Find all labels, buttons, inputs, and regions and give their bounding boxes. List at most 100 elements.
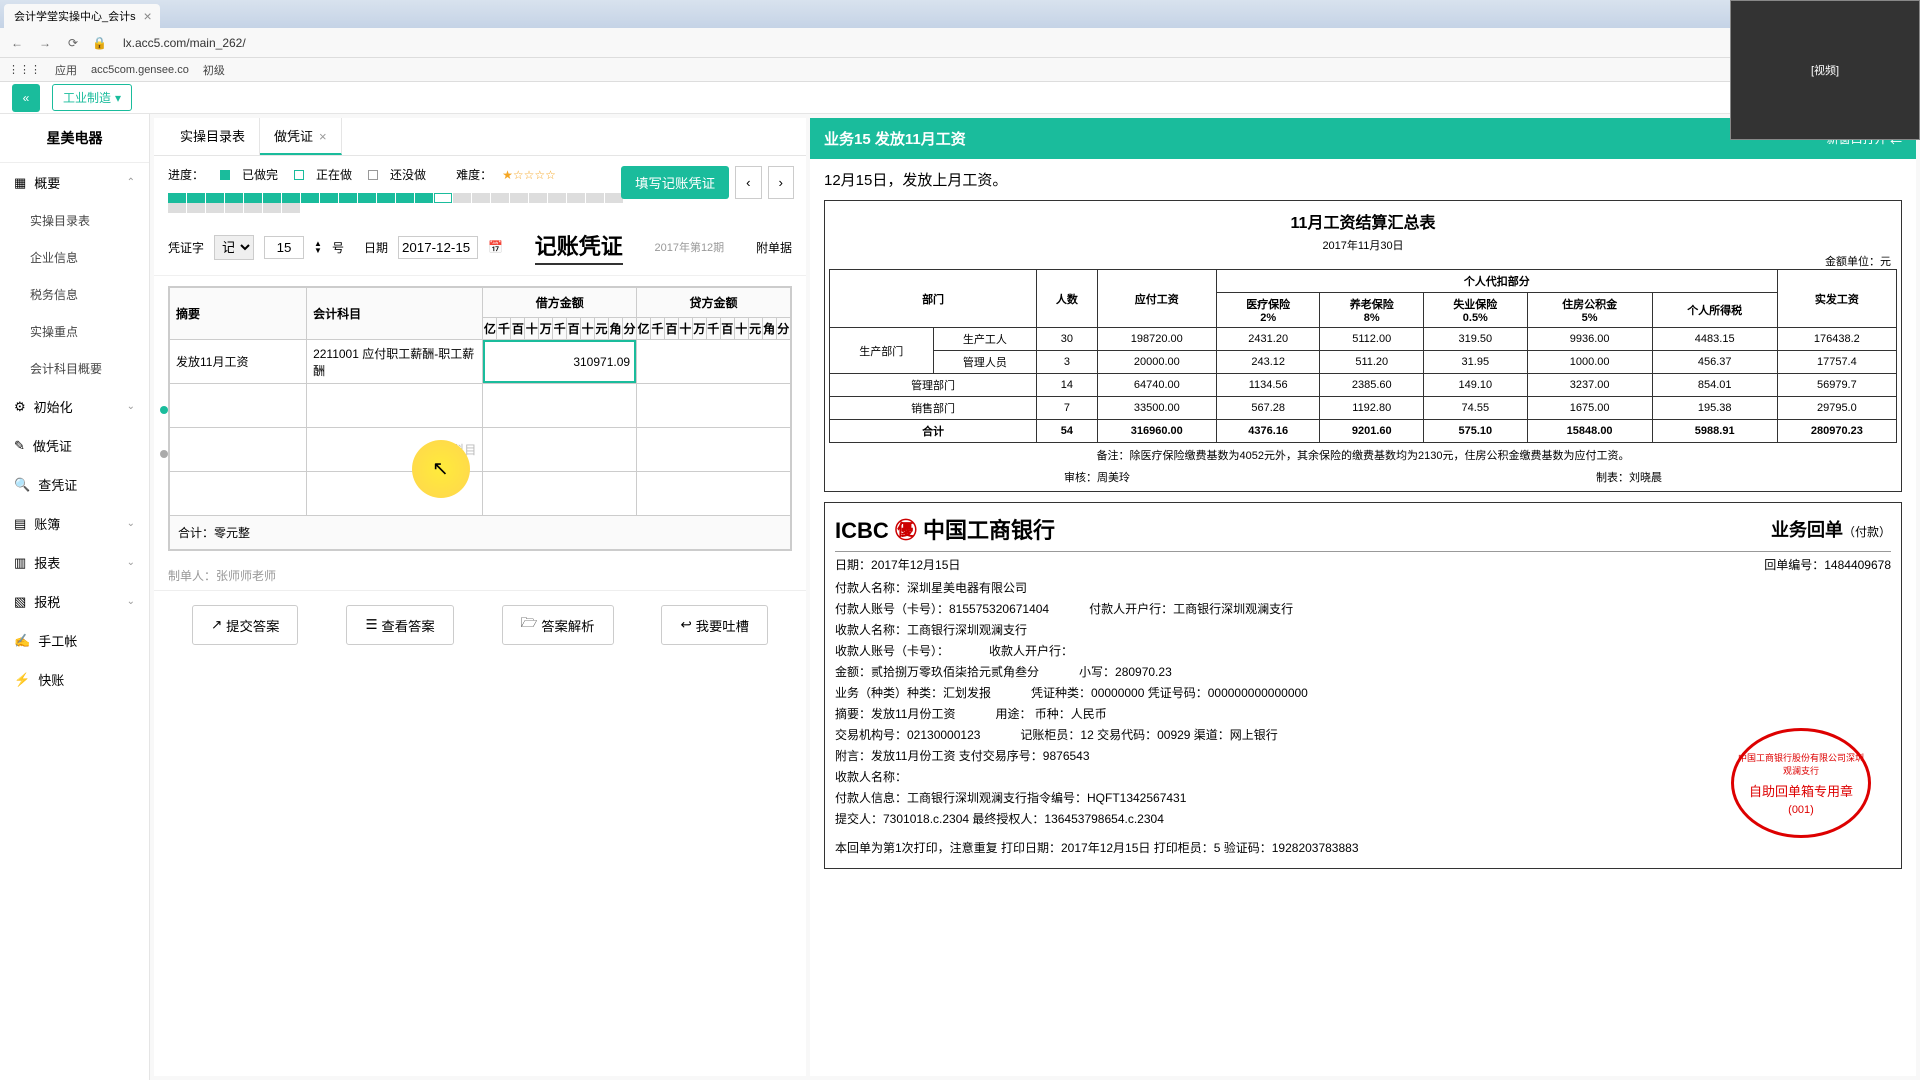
industry-dropdown[interactable]: 工业制造 ▾ [52, 84, 132, 111]
credit-cell[interactable] [637, 472, 791, 516]
url-input[interactable]: lx.acc5.com/main_262/ [117, 33, 517, 53]
apps-icon[interactable]: ⋮⋮⋮ [8, 63, 41, 76]
icbc-logo: ICBC ㊝ 中国工商银行 [835, 513, 1055, 545]
back-icon[interactable]: ← [8, 34, 26, 52]
sidebar-item-filetax[interactable]: ▧报税⌄ [0, 582, 149, 621]
reload-icon[interactable]: ⟳ [64, 34, 82, 52]
date-input[interactable] [398, 236, 478, 259]
progress-segments-2 [168, 203, 792, 213]
bookmark-item[interactable]: 初级 [203, 62, 225, 78]
close-icon[interactable]: × [319, 129, 327, 144]
tax-icon: ▧ [14, 594, 26, 610]
forward-icon[interactable]: → [36, 34, 54, 52]
sidebar-item-voucher[interactable]: ✎做凭证 [0, 426, 149, 465]
collapse-sidebar-button[interactable]: « [12, 84, 40, 112]
chevron-down-icon: ▾ [115, 91, 121, 105]
next-button[interactable]: › [768, 166, 794, 199]
credit-cell[interactable] [637, 340, 791, 384]
fill-voucher-button[interactable]: 填写记账凭证 [621, 166, 729, 199]
feedback-button[interactable]: ↩我要吐槽 [661, 605, 767, 645]
calendar-icon[interactable]: 📅 [488, 240, 503, 254]
prefix-label: 凭证字 [168, 239, 204, 256]
sidebar-item-init[interactable]: ⚙初始化⌄ [0, 387, 149, 426]
table-row: 管理部门1464740.001134.562385.60149.103237.0… [830, 374, 1897, 397]
voucher-title: 记账凭证 [535, 229, 623, 265]
sidebar-sub-catalog[interactable]: 实操目录表 [0, 202, 149, 239]
note-icon: ✍ [14, 633, 30, 649]
book-icon: ▤ [14, 516, 26, 532]
browser-tab[interactable]: 会计学堂实操中心_会计s × [4, 4, 160, 28]
folder-icon: 🗁 [521, 614, 538, 636]
col-credit: 贷方金额 [637, 288, 791, 318]
sidebar: 星美电器 ▦概要⌃ 实操目录表 企业信息 税务信息 实操重点 会计科目概要 ⚙初… [0, 114, 150, 1080]
sidebar-sub-company[interactable]: 企业信息 [0, 239, 149, 276]
sidebar-item-ledger[interactable]: ▤账簿⌄ [0, 504, 149, 543]
credit-cell[interactable] [637, 384, 791, 428]
date-label: 日期 [364, 239, 388, 256]
chevron-down-icon: ⌄ [127, 596, 135, 607]
sidebar-sub-key[interactable]: 实操重点 [0, 313, 149, 350]
attach-label: 附单据 [756, 239, 792, 256]
table-row: 销售部门733500.00567.281192.8074.551675.0019… [830, 397, 1897, 420]
pencil-icon: ✎ [14, 438, 25, 454]
difficulty-label: 难度： [456, 166, 492, 183]
summary-cell[interactable] [170, 384, 307, 428]
debit-cell[interactable] [483, 428, 637, 472]
sidebar-item-overview[interactable]: ▦概要⌃ [0, 163, 149, 202]
sidebar-item-quick[interactable]: ⚡快账 [0, 660, 149, 699]
task-description: 12月15日，发放上月工资。 [810, 159, 1916, 200]
lock-icon: 🔒 [92, 36, 107, 50]
sidebar-item-manual[interactable]: ✍手工帐 [0, 621, 149, 660]
view-answer-button[interactable]: ☰查看答案 [346, 605, 453, 645]
account-cell[interactable]: 科目 [307, 428, 483, 472]
chevron-down-icon: ⌄ [127, 557, 135, 568]
sidebar-sub-subject[interactable]: 会计科目概要 [0, 350, 149, 387]
table-row-total: 合计54316960.004376.169201.60575.1015848.0… [830, 420, 1897, 443]
video-overlay[interactable]: [视频] [1730, 0, 1920, 140]
tab-voucher[interactable]: 做凭证× [260, 118, 342, 155]
summary-cell[interactable] [170, 472, 307, 516]
account-cell[interactable] [307, 384, 483, 428]
search-icon: 🔍 [14, 477, 30, 493]
col-summary: 摘要 [170, 288, 307, 340]
table-row: 管理人员320000.00243.12511.2031.951000.00456… [830, 351, 1897, 374]
submit-button[interactable]: ↗提交答案 [192, 605, 298, 645]
stepper-down[interactable]: ▼ [314, 247, 322, 254]
prefix-select[interactable]: 记 [214, 235, 254, 260]
account-cell[interactable]: 2211001 应付职工薪酬-职工薪酬 [307, 340, 483, 384]
brand-title: 星美电器 [0, 114, 149, 163]
debit-cell[interactable] [483, 472, 637, 516]
credit-cell[interactable] [637, 428, 791, 472]
col-account: 会计科目 [307, 288, 483, 340]
bookmark-item[interactable]: 应用 [55, 62, 77, 78]
gear-icon: ⚙ [14, 399, 26, 415]
summary-cell[interactable] [170, 428, 307, 472]
chevron-down-icon: ⌄ [127, 518, 135, 529]
legend-doing-icon [294, 170, 304, 180]
list-icon: ☰ [365, 617, 377, 633]
legend-done-icon [220, 170, 230, 180]
maker-info: 制单人：张师师老师 [154, 561, 806, 590]
debit-cell-active[interactable]: 310971.09 [483, 340, 637, 384]
analyze-button[interactable]: 🗁答案解析 [502, 605, 614, 645]
progress-label: 进度： [168, 166, 204, 183]
grid-icon: ▦ [14, 175, 26, 191]
account-cell[interactable] [307, 472, 483, 516]
sidebar-item-report[interactable]: ▥报表⌄ [0, 543, 149, 582]
sidebar-sub-tax[interactable]: 税务信息 [0, 276, 149, 313]
total-row: 合计：零元整 [170, 516, 791, 550]
bank-receipt-doc: ICBC ㊝ 中国工商银行 业务回单（付款） 日期：2017年12月15日回单编… [824, 502, 1902, 869]
dropdown-label: 工业制造 [63, 89, 111, 106]
table-row: 生产部门生产工人30198720.002431.205112.00319.509… [830, 328, 1897, 351]
tab-catalog[interactable]: 实操目录表 [166, 118, 260, 155]
prev-button[interactable]: ‹ [735, 166, 761, 199]
summary-cell[interactable]: 发放11月工资 [170, 340, 307, 384]
task-title: 业务15 发放11月工资 [824, 128, 966, 149]
close-icon[interactable]: × [143, 8, 151, 24]
star-icon: ★☆☆☆☆ [502, 168, 556, 182]
voucher-number-input[interactable] [264, 236, 304, 259]
flash-icon: ⚡ [14, 672, 30, 688]
bookmark-item[interactable]: acc5com.gensee.co [91, 64, 189, 76]
debit-cell[interactable] [483, 384, 637, 428]
sidebar-item-query[interactable]: 🔍查凭证 [0, 465, 149, 504]
